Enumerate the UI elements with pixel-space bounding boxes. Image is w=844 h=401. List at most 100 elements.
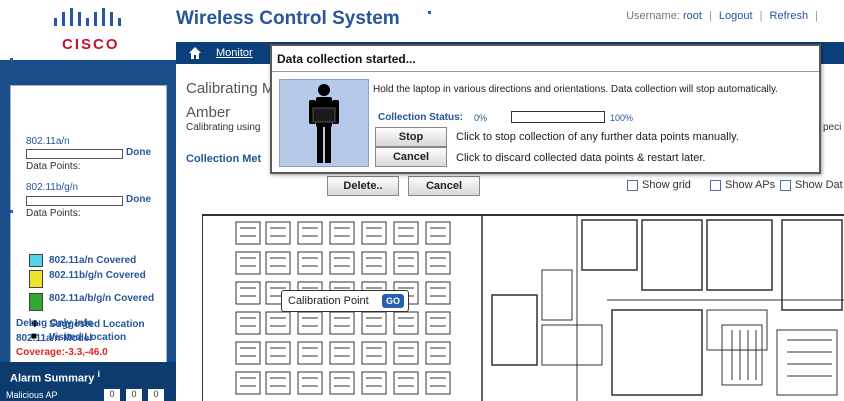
legend-swatch-abg: [29, 293, 43, 311]
floor-plan-room: [706, 219, 773, 291]
show-grid-label: Show grid: [642, 179, 691, 191]
legend-label-a: 802.11a/n Covered: [49, 255, 137, 266]
floor-plan-room: [541, 269, 573, 321]
show-grid-checkbox[interactable]: [627, 180, 638, 191]
legend-label-abg: 802.11a/b/g/n Covered: [49, 293, 155, 304]
go-button[interactable]: GO: [382, 294, 404, 308]
calibration-point-callout: Calibration Point GO: [281, 290, 409, 312]
floor-plan-room: [329, 221, 355, 245]
cancel-button[interactable]: Cancel: [408, 176, 480, 196]
show-data-checkbox[interactable]: [780, 180, 791, 191]
floor-plan-room: [265, 221, 291, 245]
floor-plan-room: [329, 371, 355, 395]
resize-handle: [428, 11, 431, 14]
username-link[interactable]: root: [683, 10, 702, 22]
cisco-bars-icon: [54, 8, 121, 26]
floor-plan-room: [541, 324, 603, 366]
alarm-title-text: Alarm Summary: [10, 372, 95, 385]
floor-plan-room: [235, 281, 261, 305]
band1-progress: [26, 149, 123, 159]
app-title: Wireless Control System: [176, 8, 400, 29]
calibration-description: Calibrating using: [186, 122, 261, 133]
status-start-label: 0%: [474, 113, 488, 123]
collection-method-label: Collection Met: [186, 153, 262, 165]
floor-plan-room: [265, 251, 291, 275]
cancel-help-text: Click to discard collected data points &…: [456, 152, 706, 164]
dialog-title: Data collection started...: [277, 52, 416, 66]
alarm-count-major[interactable]: 0: [126, 389, 142, 401]
floor-plan-room: [393, 341, 419, 365]
status-end-label: 100%: [610, 113, 634, 123]
floor-plan-room: [297, 221, 323, 245]
legend-swatch-bg: [29, 270, 43, 288]
floor-plan-room: [297, 341, 323, 365]
model-info: 802.11a/n Model: [16, 333, 93, 344]
separator: |: [815, 10, 818, 22]
malicious-ap-label[interactable]: Malicious AP: [6, 390, 58, 400]
band2-status: Done: [126, 194, 151, 205]
show-aps-label: Show APs: [725, 179, 776, 191]
cisco-logo: CISCO: [0, 0, 176, 60]
person-with-laptop-icon: [279, 79, 369, 167]
band1-status: Done: [126, 147, 151, 158]
separator: |: [759, 10, 763, 22]
home-icon[interactable]: [188, 46, 202, 60]
data-collection-dialog: Data collection started... Hold the lapt…: [270, 44, 821, 174]
band2-progress: [26, 196, 123, 206]
page-title: Calibrating M: [186, 80, 275, 97]
user-links: Username: root | Logout | Refresh |: [626, 10, 822, 22]
floor-plan-room: [393, 251, 419, 275]
floor-plan-room: [235, 251, 261, 275]
resize-handle: [10, 210, 13, 213]
band1-points: Data Points:: [26, 161, 81, 172]
floor-plan-room: [425, 311, 451, 335]
floor-plan-room: [297, 311, 323, 335]
info-icon[interactable]: i: [97, 369, 100, 379]
floor-plan-room: [641, 219, 703, 291]
show-data-label: Show Dat: [795, 179, 843, 191]
band1-label: 802.11a/n: [26, 136, 70, 147]
nav-monitor[interactable]: Monitor: [216, 47, 253, 59]
username-label: Username:: [626, 10, 680, 22]
floor-plan-room: [425, 281, 451, 305]
cisco-logo-text: CISCO: [62, 36, 120, 53]
floor-plan-room: [361, 341, 387, 365]
floor-plan-room: [265, 341, 291, 365]
legend-swatch-a: [29, 254, 43, 267]
floor-plan-room: [393, 311, 419, 335]
legend-label-bg: 802.11b/g/n Covered: [49, 270, 146, 281]
dialog-cancel-button[interactable]: Cancel: [375, 147, 447, 167]
floor-plan-room: [329, 251, 355, 275]
alarm-count-critical[interactable]: 0: [104, 389, 120, 401]
floor-plan-room: [491, 294, 538, 366]
alarm-summary-title: Alarm Summary i: [10, 369, 100, 385]
floor-name: Amber: [186, 104, 231, 121]
spec-text: peci: [823, 122, 842, 133]
floor-plan-room: [611, 309, 703, 396]
floor-plan-room: [361, 311, 387, 335]
show-aps-checkbox[interactable]: [710, 180, 721, 191]
floor-plan-room: [235, 371, 261, 395]
floor-plan-room: [297, 251, 323, 275]
floor-plan-room: [706, 309, 768, 351]
dialog-message: Hold the laptop in various directions an…: [373, 84, 779, 95]
debug-info: Debug Only Info: [16, 318, 94, 329]
floor-plan-room: [361, 371, 387, 395]
floor-plan-room: [235, 341, 261, 365]
floor-plan-room: [329, 341, 355, 365]
dialog-divider: [272, 71, 819, 72]
band2-points: Data Points:: [26, 208, 81, 219]
floor-plan-room: [425, 251, 451, 275]
alarm-summary: Alarm Summary i Malicious AP 0 0 0: [0, 362, 176, 401]
stop-button[interactable]: Stop: [375, 127, 447, 147]
calibration-point-label: Calibration Point: [288, 295, 369, 307]
floor-plan-room: [393, 371, 419, 395]
floor-plan-room: [425, 221, 451, 245]
alarm-count-minor[interactable]: 0: [148, 389, 164, 401]
refresh-link[interactable]: Refresh: [770, 10, 809, 22]
resize-handle: [10, 58, 13, 61]
logout-link[interactable]: Logout: [719, 10, 753, 22]
delete-button[interactable]: Delete..: [327, 176, 399, 196]
floor-plan-room: [393, 221, 419, 245]
floor-plan-room: [265, 311, 291, 335]
